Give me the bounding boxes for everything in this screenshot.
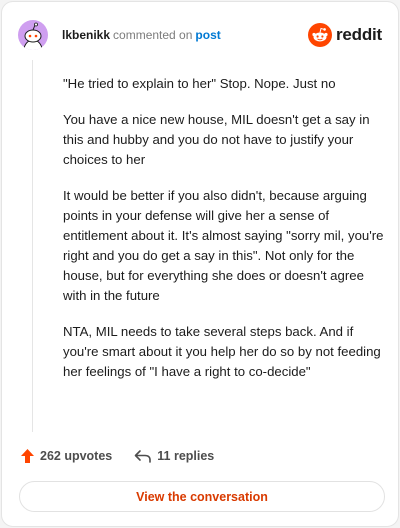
username[interactable]: lkbenikk	[62, 28, 110, 42]
reply-stat[interactable]: 11 replies	[134, 449, 214, 463]
upvote-count: 262 upvotes	[40, 449, 113, 463]
comment-action-text: commented on	[113, 28, 193, 42]
upvote-stat[interactable]: 262 upvotes	[20, 448, 112, 464]
comment-paragraph: NTA, MIL needs to take several steps bac…	[63, 324, 381, 379]
avatar[interactable]	[18, 20, 48, 50]
comment-header: lkbenikk commented on post reddit	[18, 18, 382, 52]
reddit-logo-icon	[307, 23, 332, 47]
comment-paragraph: It would be better if you also didn't, b…	[63, 188, 384, 303]
comment-card: lkbenikk commented on post reddit "He trie…	[1, 1, 399, 527]
thread-line	[32, 60, 33, 432]
post-link[interactable]: post	[195, 28, 220, 42]
reply-count: 11 replies	[157, 449, 215, 463]
upvote-arrow-icon	[21, 449, 34, 463]
comment-paragraph: You have a nice new house, MIL doesn't g…	[63, 112, 370, 167]
view-conversation-button[interactable]: View the conversation	[19, 481, 385, 512]
comment-meta: lkbenikk commented on post	[62, 28, 221, 42]
reply-arrow-icon	[134, 450, 152, 463]
comment-body: "He tried to explain to her" Stop. Nope.…	[63, 74, 385, 398]
reddit-brand[interactable]: reddit	[307, 23, 382, 47]
comment-footer: 262 upvotes 11 replies	[20, 446, 214, 466]
snoo-avatar-icon	[23, 22, 43, 50]
comment-paragraph: "He tried to explain to her" Stop. Nope.…	[63, 76, 336, 91]
brand-wordmark: reddit	[335, 25, 382, 44]
